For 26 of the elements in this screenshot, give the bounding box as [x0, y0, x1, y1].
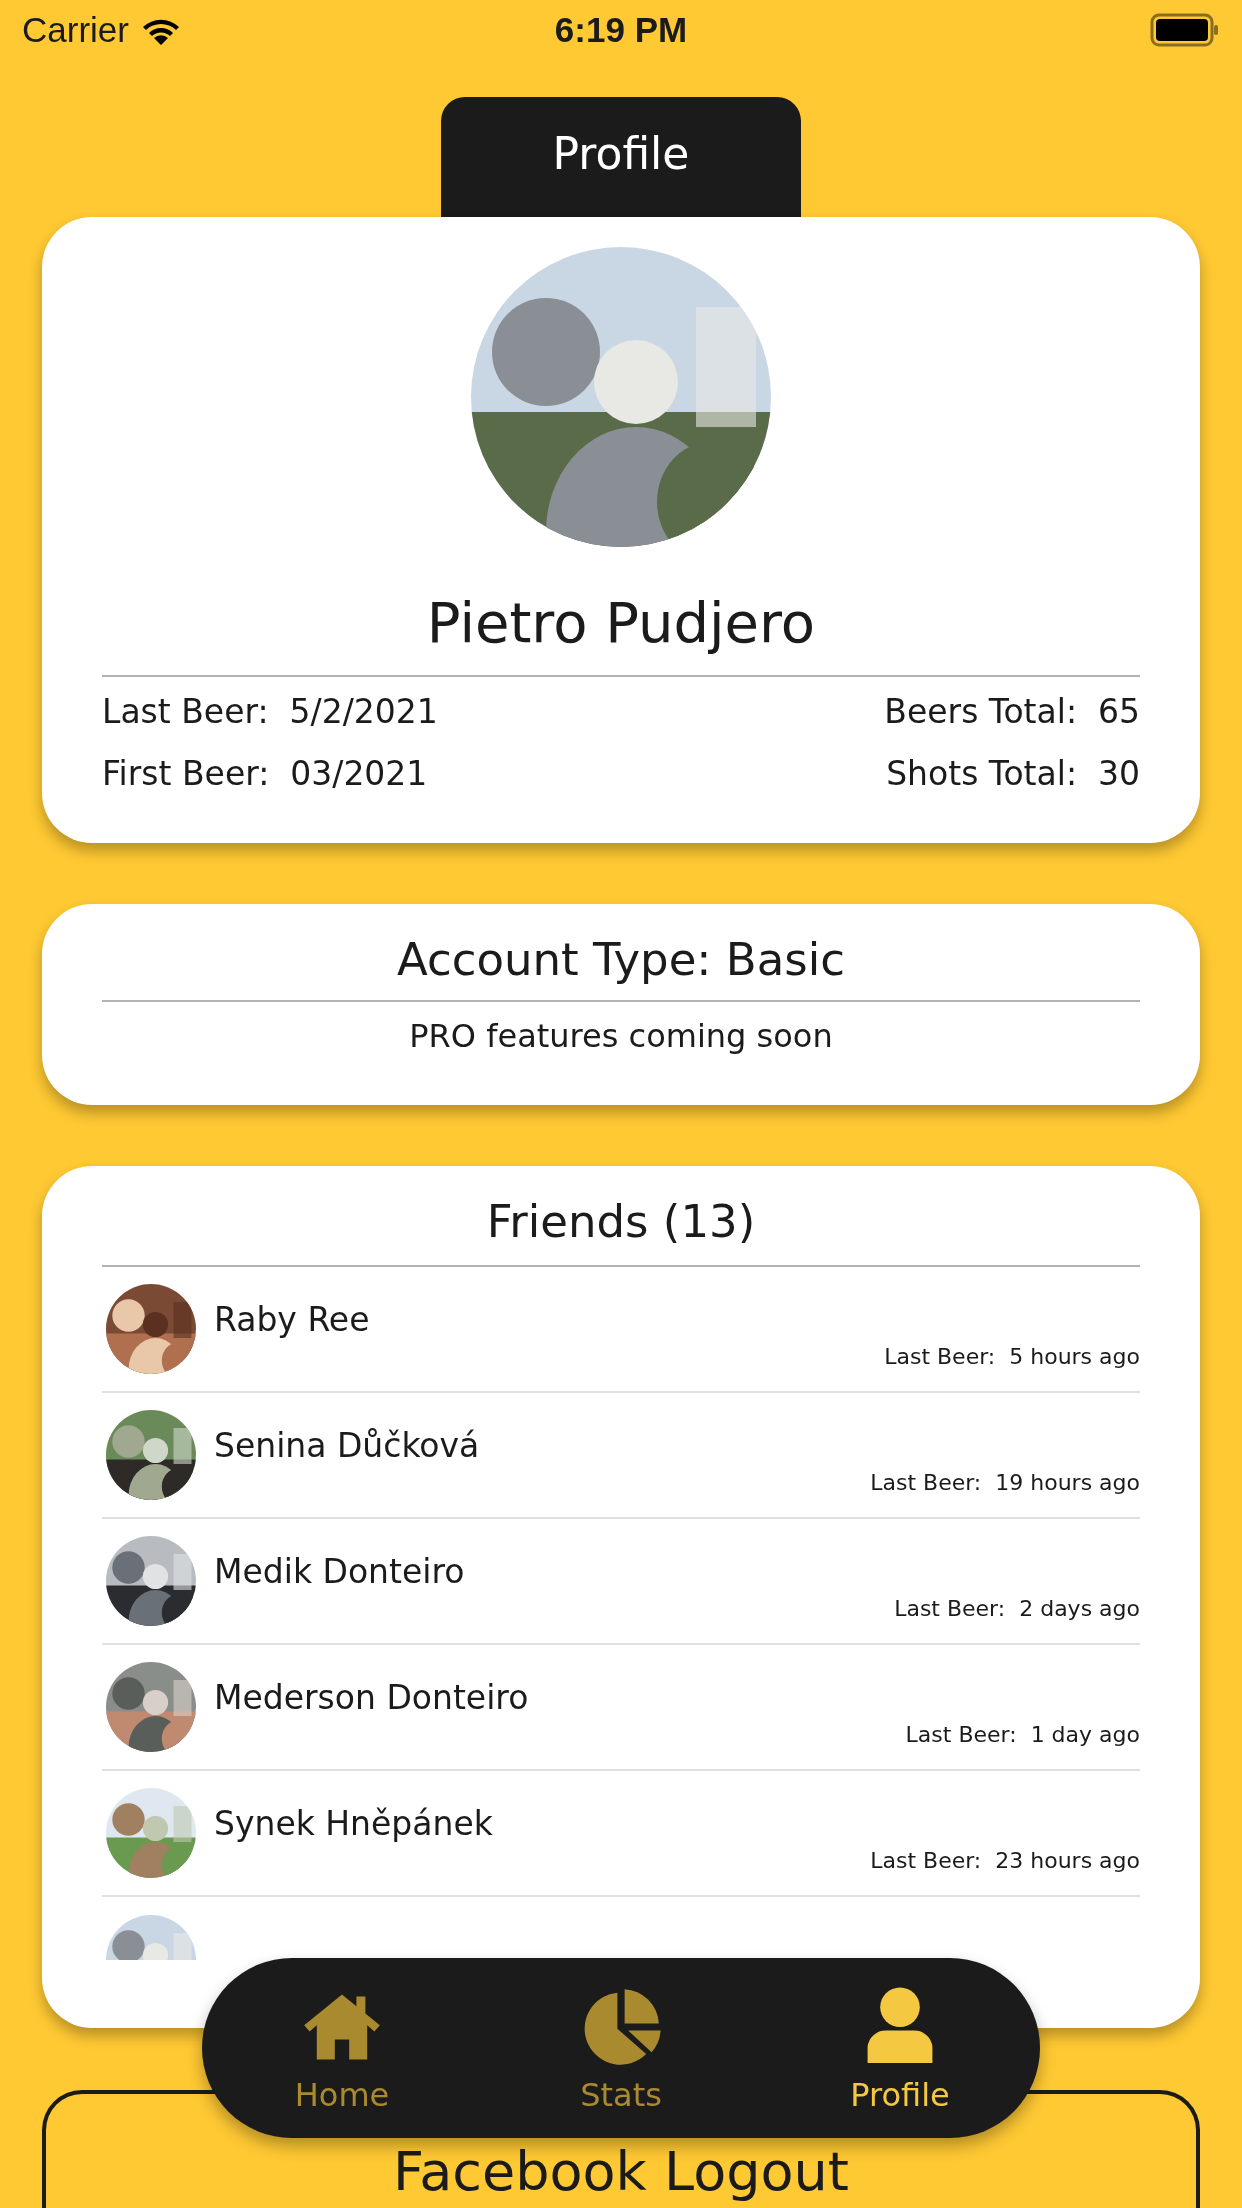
friend-name: Synek Hněpánek — [214, 1803, 493, 1843]
friend-name: Senina Důčková — [214, 1425, 480, 1465]
battery-icon — [1150, 13, 1220, 47]
last-beer-time: Last Beer: 23 hours ago — [870, 1848, 1140, 1873]
clock-time: 6:19 PM — [554, 10, 688, 50]
last-beer-time: Last Beer: 2 days ago — [894, 1596, 1140, 1621]
last-beer-time: Last Beer: 1 day ago — [905, 1722, 1140, 1747]
friend-name: Medik Donteiro — [214, 1551, 465, 1591]
last-beer-time: Last Beer: 5 hours ago — [884, 1344, 1140, 1369]
carrier-label: Carrier — [22, 10, 129, 50]
friend-row[interactable]: Mederson Donteiro Last Beer: 1 day ago — [102, 1645, 1140, 1771]
stat-text: Last Beer: 5/2/2021 — [102, 691, 438, 733]
friends-title: Friends (13) — [485, 1194, 757, 1250]
friend-row[interactable]: Raby Ree Last Beer: 5 hours ago — [102, 1267, 1140, 1393]
friend-name: Mederson Donteiro — [214, 1677, 529, 1717]
friend-row[interactable]: Medik Donteiro Last Beer: 2 days ago — [102, 1519, 1140, 1645]
friend-name: Raby Ree — [214, 1299, 370, 1339]
account-type-title: Account Type: Basic — [396, 932, 846, 988]
pro-features-note: PRO features coming soon — [408, 1016, 834, 1056]
stat-text: First Beer: 03/2021 — [102, 753, 429, 795]
friend-row[interactable]: Senina Důčková Last Beer: 19 hours ago — [102, 1393, 1140, 1519]
friend-row[interactable]: Synek Hněpánek Last Beer: 23 hours ago — [102, 1771, 1140, 1897]
user-name: Pietro Pudjero — [425, 589, 817, 657]
last-beer-time: Last Beer: 19 hours ago — [870, 1470, 1140, 1495]
stat-text: Beers Total: 65 — [884, 691, 1140, 733]
stat-text: Shots Total: 30 — [886, 753, 1140, 795]
